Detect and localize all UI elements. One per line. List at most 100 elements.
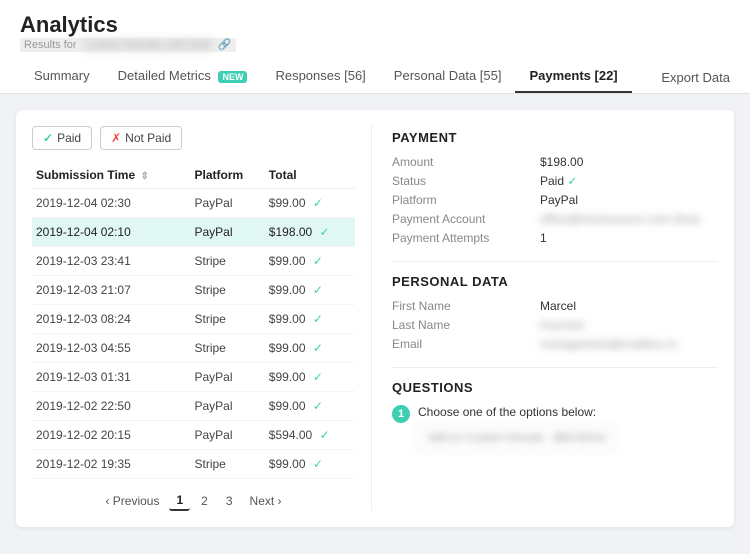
table-row[interactable]: 2019-12-03 21:07 Stripe $99.00 ✓ xyxy=(32,276,355,305)
tab-responses[interactable]: Responses [56] xyxy=(261,60,379,93)
table-row[interactable]: 2019-12-03 04:55 Stripe $99.00 ✓ xyxy=(32,334,355,363)
cell-time: 2019-12-03 01:31 xyxy=(32,363,190,392)
table-row[interactable]: 2019-12-03 08:24 Stripe $99.00 ✓ xyxy=(32,305,355,334)
table-header-row: Submission Time ⇕ Platform Total xyxy=(32,162,355,189)
last-name-value: Husman xyxy=(540,318,718,332)
row-paid-icon: ✓ xyxy=(310,254,323,268)
paid-filter-button[interactable]: ✓ Paid xyxy=(32,126,92,150)
platform-label: Platform xyxy=(392,193,532,207)
subtitle-text: Results for Custom Domain (19) Deal 🔗 xyxy=(20,38,236,52)
pagination: ‹ Previous 1 2 3 Next › xyxy=(32,491,355,511)
cell-platform: PayPal xyxy=(190,421,264,450)
email-value: management@mailbox.ro xyxy=(540,337,718,351)
cell-time: 2019-12-04 02:10 xyxy=(32,218,190,247)
filter-row: ✓ Paid ✗ Not Paid xyxy=(32,126,355,150)
divider-1 xyxy=(392,261,718,262)
cell-platform: Stripe xyxy=(190,305,264,334)
table-row[interactable]: 2019-12-03 23:41 Stripe $99.00 ✓ xyxy=(32,247,355,276)
row-paid-icon: ✓ xyxy=(310,341,323,355)
cell-total: $198.00 ✓ xyxy=(265,218,355,247)
cell-platform: PayPal xyxy=(190,218,264,247)
tab-personal-data[interactable]: Personal Data [55] xyxy=(380,60,516,93)
payments-table: Submission Time ⇕ Platform Total 2019-12… xyxy=(32,162,355,479)
payment-section-title: PAYMENT xyxy=(392,130,718,145)
content-card: ✓ Paid ✗ Not Paid Submission Time ⇕ Plat… xyxy=(16,110,734,527)
tab-bar: Summary Detailed Metrics NEW Responses [… xyxy=(20,60,730,93)
row-paid-icon: ✓ xyxy=(310,196,323,210)
cell-total: $99.00 ✓ xyxy=(265,363,355,392)
question-text-1: Choose one of the options below: Add-on … xyxy=(418,405,615,451)
check-icon: ✓ xyxy=(43,131,53,145)
not-paid-filter-button[interactable]: ✗ Not Paid xyxy=(100,126,182,150)
right-panel: PAYMENT Amount $198.00 Status Paid ✓ Pla… xyxy=(372,126,718,511)
amount-value: $198.00 xyxy=(540,155,718,169)
cell-total: $594.00 ✓ xyxy=(265,421,355,450)
cell-platform: Stripe xyxy=(190,450,264,479)
attempts-label: Payment Attempts xyxy=(392,231,532,245)
cell-time: 2019-12-04 02:30 xyxy=(32,189,190,218)
cell-platform: PayPal xyxy=(190,189,264,218)
x-icon: ✗ xyxy=(111,131,121,145)
tab-payments[interactable]: Payments [22] xyxy=(515,60,631,93)
amount-label: Amount xyxy=(392,155,532,169)
cell-time: 2019-12-02 20:15 xyxy=(32,421,190,450)
question-item-1: 1 Choose one of the options below: Add-o… xyxy=(392,405,718,451)
subtitle: Results for Custom Domain (19) Deal 🔗 xyxy=(20,38,730,52)
personal-data-grid: First Name Marcel Last Name Husman Email… xyxy=(392,299,718,351)
cell-total: $99.00 ✓ xyxy=(265,276,355,305)
first-name-label: First Name xyxy=(392,299,532,313)
export-data-button[interactable]: Export Data xyxy=(647,62,730,93)
cell-total: $99.00 ✓ xyxy=(265,334,355,363)
row-paid-icon: ✓ xyxy=(310,370,323,384)
table-row[interactable]: 2019-12-02 19:35 Stripe $99.00 ✓ xyxy=(32,450,355,479)
row-paid-icon: ✓ xyxy=(316,428,329,442)
answer-box-1: Add-on Custom Domain - $99.00/mo xyxy=(418,425,615,451)
page-2[interactable]: 2 xyxy=(194,492,215,510)
sort-icon: ⇕ xyxy=(140,171,148,182)
cell-time: 2019-12-03 04:55 xyxy=(32,334,190,363)
first-name-value: Marcel xyxy=(540,299,718,313)
paid-check-icon: ✓ xyxy=(567,174,577,188)
table-row[interactable]: 2019-12-02 22:50 PayPal $99.00 ✓ xyxy=(32,392,355,421)
cell-platform: PayPal xyxy=(190,392,264,421)
col-submission-time: Submission Time ⇕ xyxy=(32,162,190,189)
email-label: Email xyxy=(392,337,532,351)
cell-total: $99.00 ✓ xyxy=(265,450,355,479)
row-paid-icon: ✓ xyxy=(310,312,323,326)
table-row[interactable]: 2019-12-04 02:10 PayPal $198.00 ✓ xyxy=(32,218,355,247)
row-paid-icon: ✓ xyxy=(310,283,323,297)
last-name-label: Last Name xyxy=(392,318,532,332)
row-paid-icon: ✓ xyxy=(310,399,323,413)
cell-time: 2019-12-03 23:41 xyxy=(32,247,190,276)
cell-platform: PayPal xyxy=(190,363,264,392)
prev-button[interactable]: ‹ Previous xyxy=(99,492,165,510)
cell-time: 2019-12-02 19:35 xyxy=(32,450,190,479)
deal-name: Custom Domain (19) Deal xyxy=(80,38,215,52)
divider-2 xyxy=(392,367,718,368)
main-content: ✓ Paid ✗ Not Paid Submission Time ⇕ Plat… xyxy=(0,94,750,543)
account-label: Payment Account xyxy=(392,212,532,226)
cell-time: 2019-12-03 21:07 xyxy=(32,276,190,305)
table-row[interactable]: 2019-12-02 20:15 PayPal $594.00 ✓ xyxy=(32,421,355,450)
tab-summary[interactable]: Summary xyxy=(20,60,104,93)
row-paid-icon: ✓ xyxy=(316,225,329,239)
cell-platform: Stripe xyxy=(190,276,264,305)
personal-data-section-title: PERSONAL DATA xyxy=(392,274,718,289)
page-1[interactable]: 1 xyxy=(169,491,190,511)
attempts-value: 1 xyxy=(540,231,718,245)
cell-total: $99.00 ✓ xyxy=(265,247,355,276)
tab-detailed-metrics[interactable]: Detailed Metrics NEW xyxy=(104,60,262,93)
cell-time: 2019-12-02 22:50 xyxy=(32,392,190,421)
account-value: office@newssource.com (live) xyxy=(540,212,718,226)
table-row[interactable]: 2019-12-04 02:30 PayPal $99.00 ✓ xyxy=(32,189,355,218)
question-number-1: 1 xyxy=(392,405,410,423)
col-platform: Platform xyxy=(190,162,264,189)
page-3[interactable]: 3 xyxy=(219,492,240,510)
table-row[interactable]: 2019-12-03 01:31 PayPal $99.00 ✓ xyxy=(32,363,355,392)
left-panel: ✓ Paid ✗ Not Paid Submission Time ⇕ Plat… xyxy=(32,126,372,511)
cell-total: $99.00 ✓ xyxy=(265,189,355,218)
col-total: Total xyxy=(265,162,355,189)
questions-section-title: QUESTIONS xyxy=(392,380,718,395)
next-button[interactable]: Next › xyxy=(244,492,288,510)
cell-platform: Stripe xyxy=(190,334,264,363)
